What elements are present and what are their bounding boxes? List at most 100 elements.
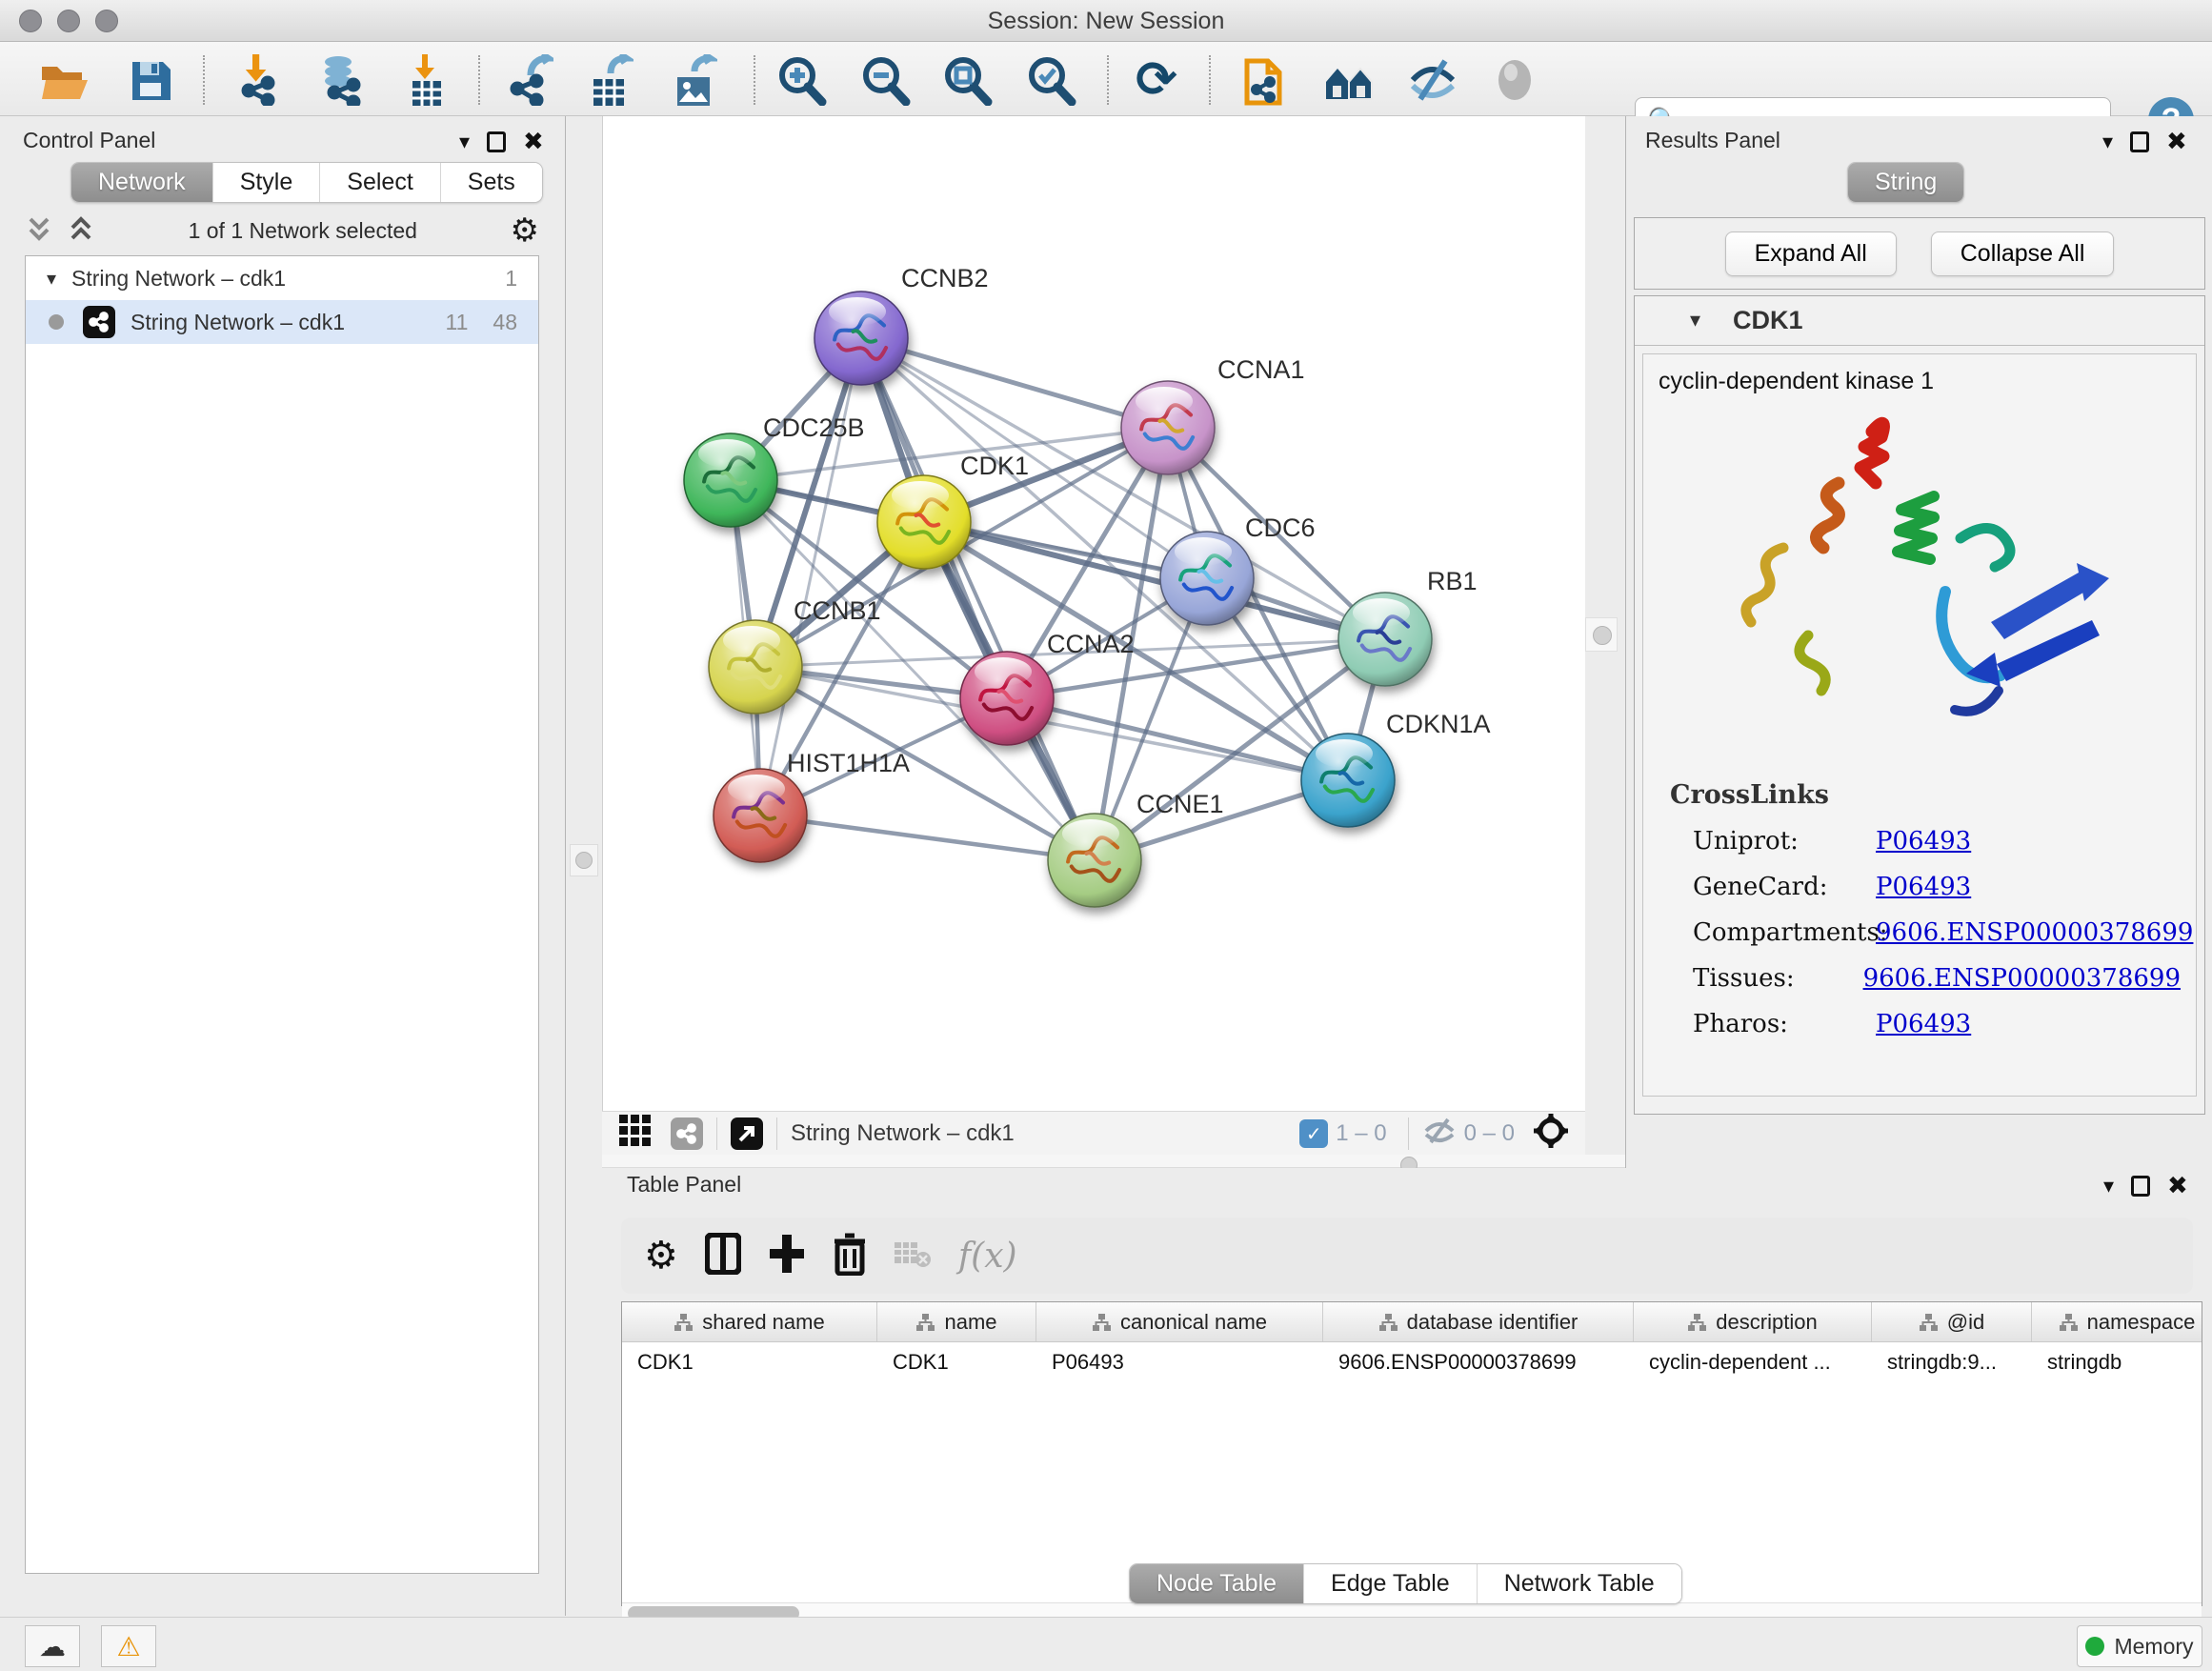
section-expander-icon[interactable]: ▾	[1690, 309, 1700, 332]
memory-button[interactable]: Memory	[2077, 1625, 2202, 1667]
hide-unhide-icon[interactable]	[1406, 53, 1459, 107]
tab-select[interactable]: Select	[319, 163, 439, 202]
import-table-icon[interactable]	[400, 53, 453, 107]
delete-column-icon[interactable]	[833, 1232, 867, 1280]
warnings-button[interactable]: ⚠	[101, 1625, 156, 1667]
column-header-shared-name[interactable]: shared name	[622, 1302, 877, 1341]
cloud-status-button[interactable]: ☁	[25, 1625, 80, 1667]
gear-icon[interactable]: ⚙	[511, 211, 539, 250]
panel-float-icon[interactable]	[2130, 131, 2149, 152]
table-cell[interactable]: CDK1	[622, 1342, 877, 1382]
column-header-database-identifier[interactable]: database identifier	[1323, 1302, 1634, 1341]
node-RB1[interactable]: RB1	[1338, 567, 1478, 686]
node-CDKN1A[interactable]: CDKN1A	[1301, 710, 1491, 827]
crosslink-link[interactable]: P06493	[1876, 827, 1971, 856]
node-CCNA1[interactable]: CCNA1	[1121, 355, 1305, 474]
column-header-description[interactable]: description	[1634, 1302, 1872, 1341]
crosslink-row: Tissues:9606.ENSP00000378699	[1693, 964, 2181, 993]
main-toolbar: ⟳ 🔍 ?	[0, 42, 2212, 116]
open-in-new-window-icon[interactable]	[731, 1117, 763, 1150]
zoom-selected-icon[interactable]	[1025, 53, 1078, 107]
network-from-file-icon[interactable]	[1238, 53, 1292, 107]
node-CDK1[interactable]: CDK1	[877, 452, 1029, 569]
import-database-icon[interactable]	[314, 53, 368, 107]
birds-eye-view-icon[interactable]	[619, 1115, 652, 1152]
column-header-namespace[interactable]: namespace	[2032, 1302, 2202, 1341]
collapse-all-icon[interactable]	[67, 213, 95, 249]
apply-layout-icon[interactable]: ⟳	[1130, 53, 1183, 107]
first-neighbors-icon[interactable]	[1322, 53, 1376, 107]
crosslink-link[interactable]: 9606.ENSP00000378699	[1876, 918, 2193, 947]
expand-all-icon[interactable]	[25, 213, 53, 249]
crosslink-link[interactable]: P06493	[1876, 873, 1971, 901]
column-header-name[interactable]: name	[877, 1302, 1036, 1341]
tab-sets[interactable]: Sets	[440, 163, 542, 202]
export-image-icon[interactable]	[667, 53, 720, 107]
tab-style[interactable]: Style	[212, 163, 320, 202]
crosslink-link[interactable]: P06493	[1876, 1010, 1971, 1038]
title-bar: Session: New Session	[0, 0, 2212, 42]
show-columns-icon[interactable]	[705, 1233, 741, 1279]
export-table-icon[interactable]	[583, 53, 636, 107]
collapse-all-button[interactable]: Collapse All	[1931, 232, 2115, 276]
edge-CCNB2-HIST1H1A[interactable]	[760, 338, 861, 815]
crosslink-row: Pharos:P06493	[1693, 1010, 2181, 1038]
edge-HIST1H1A-CCNE1[interactable]	[760, 815, 1095, 860]
panel-close-icon[interactable]: ✖	[523, 128, 544, 156]
save-session-icon[interactable]	[124, 53, 177, 107]
edge-CCNB2-CCNE1[interactable]	[861, 338, 1095, 860]
table-cell[interactable]: 9606.ENSP00000378699	[1323, 1342, 1634, 1382]
panel-menu-icon[interactable]: ▾	[2102, 131, 2113, 154]
node-label-CDKN1A: CDKN1A	[1386, 710, 1491, 738]
export-network-icon[interactable]	[503, 53, 556, 107]
column-header--id[interactable]: @id	[1872, 1302, 2032, 1341]
result-section-header[interactable]: ▾ CDK1	[1635, 296, 2204, 346]
tab-edge-table[interactable]: Edge Table	[1303, 1564, 1477, 1603]
node-CDC25B[interactable]: CDC25B	[684, 413, 865, 527]
crosshair-icon[interactable]	[1532, 1112, 1570, 1155]
vertical-splitter-right[interactable]	[1585, 617, 1618, 652]
network-graph[interactable]: CCNB2CCNA1CDC25BCDK1CDC6RB1CCNB1CCNA2CDK…	[603, 116, 1586, 1111]
zoom-out-icon[interactable]	[859, 53, 913, 107]
tab-network[interactable]: Network	[71, 163, 212, 202]
table-cell[interactable]: P06493	[1036, 1342, 1323, 1382]
tab-node-table[interactable]: Node Table	[1130, 1564, 1303, 1603]
edge-CCNB2-CCNA1[interactable]	[861, 338, 1168, 428]
column-header-canonical-name[interactable]: canonical name	[1036, 1302, 1323, 1341]
panel-close-icon[interactable]: ✖	[2166, 128, 2187, 156]
edge-CDK1-RB1[interactable]	[924, 522, 1385, 639]
panel-float-icon[interactable]	[487, 131, 506, 152]
network-collection-row[interactable]: ▾ String Network – cdk1 1	[26, 256, 538, 300]
node-table[interactable]: shared namenamecanonical namedatabase id…	[621, 1301, 2202, 1606]
table-cell[interactable]: cyclin-dependent ...	[1634, 1342, 1872, 1382]
open-session-icon[interactable]	[38, 53, 91, 107]
expand-all-button[interactable]: Expand All	[1725, 232, 1897, 276]
node-CCNE1[interactable]: CCNE1	[1048, 790, 1224, 907]
column-header-label: @id	[1947, 1310, 1984, 1335]
panel-menu-icon[interactable]: ▾	[2103, 1175, 2114, 1198]
panel-close-icon[interactable]: ✖	[2167, 1172, 2188, 1200]
tab-network-table[interactable]: Network Table	[1477, 1564, 1681, 1603]
panel-float-icon[interactable]	[2131, 1176, 2150, 1197]
vertical-splitter-left[interactable]	[570, 844, 598, 876]
add-column-icon[interactable]	[768, 1233, 806, 1279]
zoom-fit-icon[interactable]	[941, 53, 995, 107]
table-cell[interactable]: stringdb:9...	[1872, 1342, 2032, 1382]
selected-checkbox-icon[interactable]: ✓	[1299, 1119, 1328, 1148]
node-CCNB1[interactable]: CCNB1	[709, 596, 881, 714]
import-network-icon[interactable]	[232, 53, 286, 107]
table-settings-gear-icon[interactable]: ⚙	[644, 1234, 678, 1278]
collection-expander-icon[interactable]: ▾	[47, 267, 56, 290]
network-row[interactable]: String Network – cdk1 11 48	[26, 300, 538, 344]
network-type-toolbar-icon[interactable]	[671, 1117, 703, 1150]
tab-string[interactable]: String	[1848, 163, 1963, 202]
panel-menu-icon[interactable]: ▾	[459, 131, 470, 154]
crosslink-link[interactable]: 9606.ENSP00000378699	[1863, 964, 2181, 993]
zoom-in-icon[interactable]	[775, 53, 829, 107]
node-label-RB1: RB1	[1427, 567, 1478, 595]
table-cell[interactable]: CDK1	[877, 1342, 1036, 1382]
table-row[interactable]: CDK1CDK1P064939606.ENSP00000378699cyclin…	[622, 1342, 2202, 1382]
table-cell[interactable]: stringdb	[2032, 1342, 2202, 1382]
node-HIST1H1A[interactable]: HIST1H1A	[714, 749, 910, 862]
network-view-canvas[interactable]: CCNB2CCNA1CDC25BCDK1CDC6RB1CCNB1CCNA2CDK…	[602, 116, 1585, 1111]
